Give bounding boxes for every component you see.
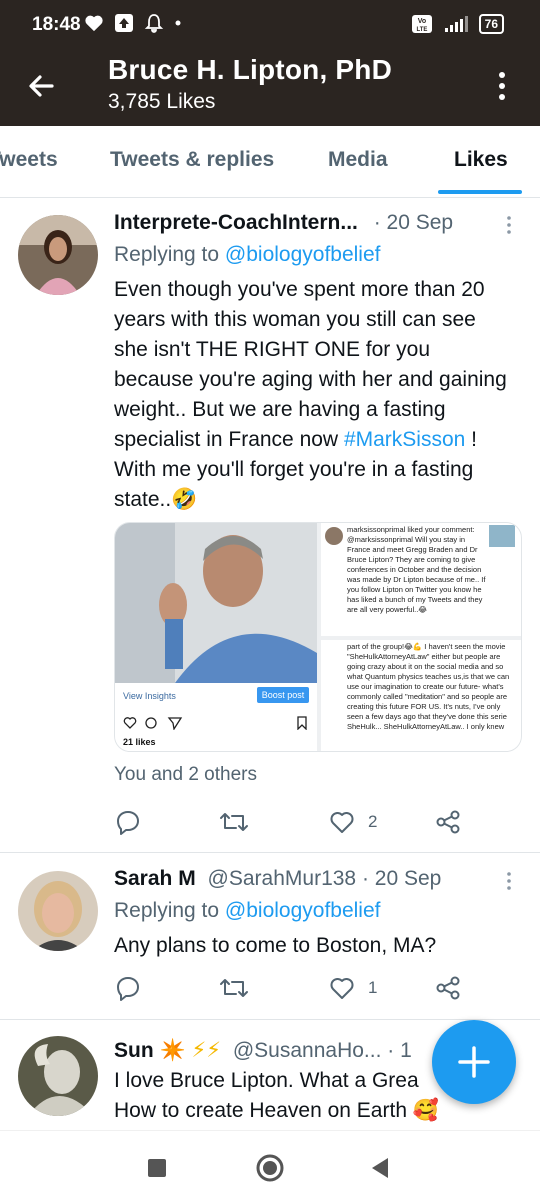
hashtag-link[interactable]: #MarkSisson	[344, 428, 465, 451]
tweet-date: · 1	[387, 1039, 412, 1062]
tweet-media-grid[interactable]: View Insights Boost post 21 likes marksi…	[114, 522, 522, 752]
replying-to-label: Replying to	[114, 243, 225, 266]
share-button[interactable]	[434, 973, 462, 1003]
post-thumbnail	[489, 525, 515, 547]
share-button[interactable]	[434, 807, 462, 837]
tweet-body: Any plans to come to Boston, MA?	[114, 934, 437, 957]
like-button[interactable]: 1	[328, 973, 377, 1003]
author-name[interactable]: Sarah M	[114, 867, 196, 890]
like-count: 1	[368, 978, 378, 997]
system-navigation-bar	[0, 1130, 540, 1200]
name-emojis: ✴️ ⚡⚡	[159, 1039, 221, 1062]
comment-text-bottom: part of the group!😂💪 I haven't seen the …	[347, 642, 510, 731]
avatar[interactable]	[18, 871, 98, 951]
avatar[interactable]	[18, 215, 98, 295]
tab-likes[interactable]: Likes	[454, 148, 508, 172]
tab-tweets-and-replies[interactable]: Tweets & replies	[110, 148, 274, 172]
reply-mention-link[interactable]: @biologyofbelief	[225, 899, 381, 922]
heart-icon	[330, 978, 354, 999]
comment-text-top: marksissonprimal liked your comment: @ma…	[347, 525, 486, 614]
retweet-button[interactable]	[218, 807, 250, 837]
tweet-body: Even though you've spent more than 20 ye…	[114, 275, 514, 515]
man-speaking-photo	[115, 523, 317, 683]
back-arrow-icon[interactable]	[22, 66, 62, 106]
signal-icon	[444, 16, 468, 32]
profile-tabs: Tweets Tweets & replies Media Likes	[0, 126, 540, 198]
media-image-right-top[interactable]: marksissonprimal liked your comment: @ma…	[321, 523, 521, 636]
bell-notification-icon	[144, 14, 164, 33]
tab-tweets[interactable]: Tweets	[0, 148, 58, 172]
reply-icon	[117, 811, 139, 835]
tweet-actions: 1	[114, 973, 514, 1003]
reply-button[interactable]	[114, 807, 142, 837]
upload-notification-icon	[115, 14, 133, 32]
media-image-left[interactable]: View Insights Boost post 21 likes	[115, 523, 317, 751]
likes-count: 3,785 Likes	[108, 90, 216, 113]
status-time: 18:48	[32, 14, 81, 35]
status-bar: 18:48 Vo LTE 76	[0, 0, 540, 48]
compose-tweet-button[interactable]	[432, 1020, 516, 1104]
back-triangle-icon[interactable]	[364, 1151, 398, 1185]
volte-icon: Vo LTE	[411, 15, 432, 33]
profile-name-title: Bruce H. Lipton, PhD	[108, 54, 392, 85]
heart-icon	[330, 812, 354, 833]
profile-header: Bruce H. Lipton, PhD 3,785 Likes	[0, 48, 540, 126]
avatar[interactable]	[18, 1036, 98, 1116]
boost-post-button: Boost post	[257, 687, 309, 703]
share-icon	[436, 810, 460, 834]
replying-to: Replying to @biologyofbelief	[114, 899, 381, 923]
battery-indicator: 76	[478, 14, 504, 34]
instagram-action-icons	[123, 717, 183, 730]
tweet-options-icon[interactable]	[504, 871, 514, 891]
home-icon[interactable]	[253, 1151, 287, 1185]
commenter-avatar	[325, 527, 343, 545]
svg-text:LTE: LTE	[416, 27, 427, 33]
author-name[interactable]: Interprete-CoachIntern...	[114, 211, 358, 234]
reply-icon	[117, 977, 139, 1001]
retweet-icon	[220, 979, 248, 997]
author-handle: @SusannaHo...	[232, 1039, 382, 1062]
active-tab-indicator	[438, 190, 522, 194]
like-count: 2	[368, 812, 378, 831]
more-options-icon[interactable]	[490, 68, 514, 104]
tweet-item[interactable]: Sarah M @SarahMur138 · 20 Sep Replying t…	[0, 853, 540, 1020]
liked-by-text[interactable]: You and 2 others	[114, 764, 257, 786]
author-name[interactable]: Sun	[114, 1039, 154, 1062]
tweet-text: Even though you've spent more than 20 ye…	[114, 278, 507, 451]
tweet-actions: 2	[114, 807, 514, 837]
replying-to-label: Replying to	[114, 899, 225, 922]
like-button[interactable]: 2	[328, 807, 377, 837]
svg-text:Vo: Vo	[417, 18, 425, 25]
reply-button[interactable]	[114, 973, 142, 1003]
tweet-date: · 20 Sep	[373, 211, 454, 234]
plus-icon	[458, 1046, 490, 1078]
view-insights-link: View Insights	[123, 691, 176, 701]
recent-apps-icon[interactable]	[140, 1151, 174, 1185]
share-icon	[436, 976, 460, 1000]
retweet-icon	[220, 813, 248, 831]
retweet-button[interactable]	[218, 973, 250, 1003]
bookmark-icon	[297, 716, 307, 730]
replying-to: Replying to @biologyofbelief	[114, 243, 381, 267]
author-handle: @SarahMur138	[207, 867, 357, 890]
tab-media[interactable]: Media	[328, 148, 388, 172]
reply-mention-link[interactable]: @biologyofbelief	[225, 243, 381, 266]
likes-label: 21 likes	[123, 737, 156, 747]
heart-notification-icon	[85, 15, 103, 32]
tweet-date: · 20 Sep	[361, 867, 442, 890]
tweet-options-icon[interactable]	[504, 215, 514, 235]
media-image-right-bottom[interactable]: part of the group!😂💪 I haven't seen the …	[321, 640, 521, 751]
dot-icon	[175, 20, 181, 26]
